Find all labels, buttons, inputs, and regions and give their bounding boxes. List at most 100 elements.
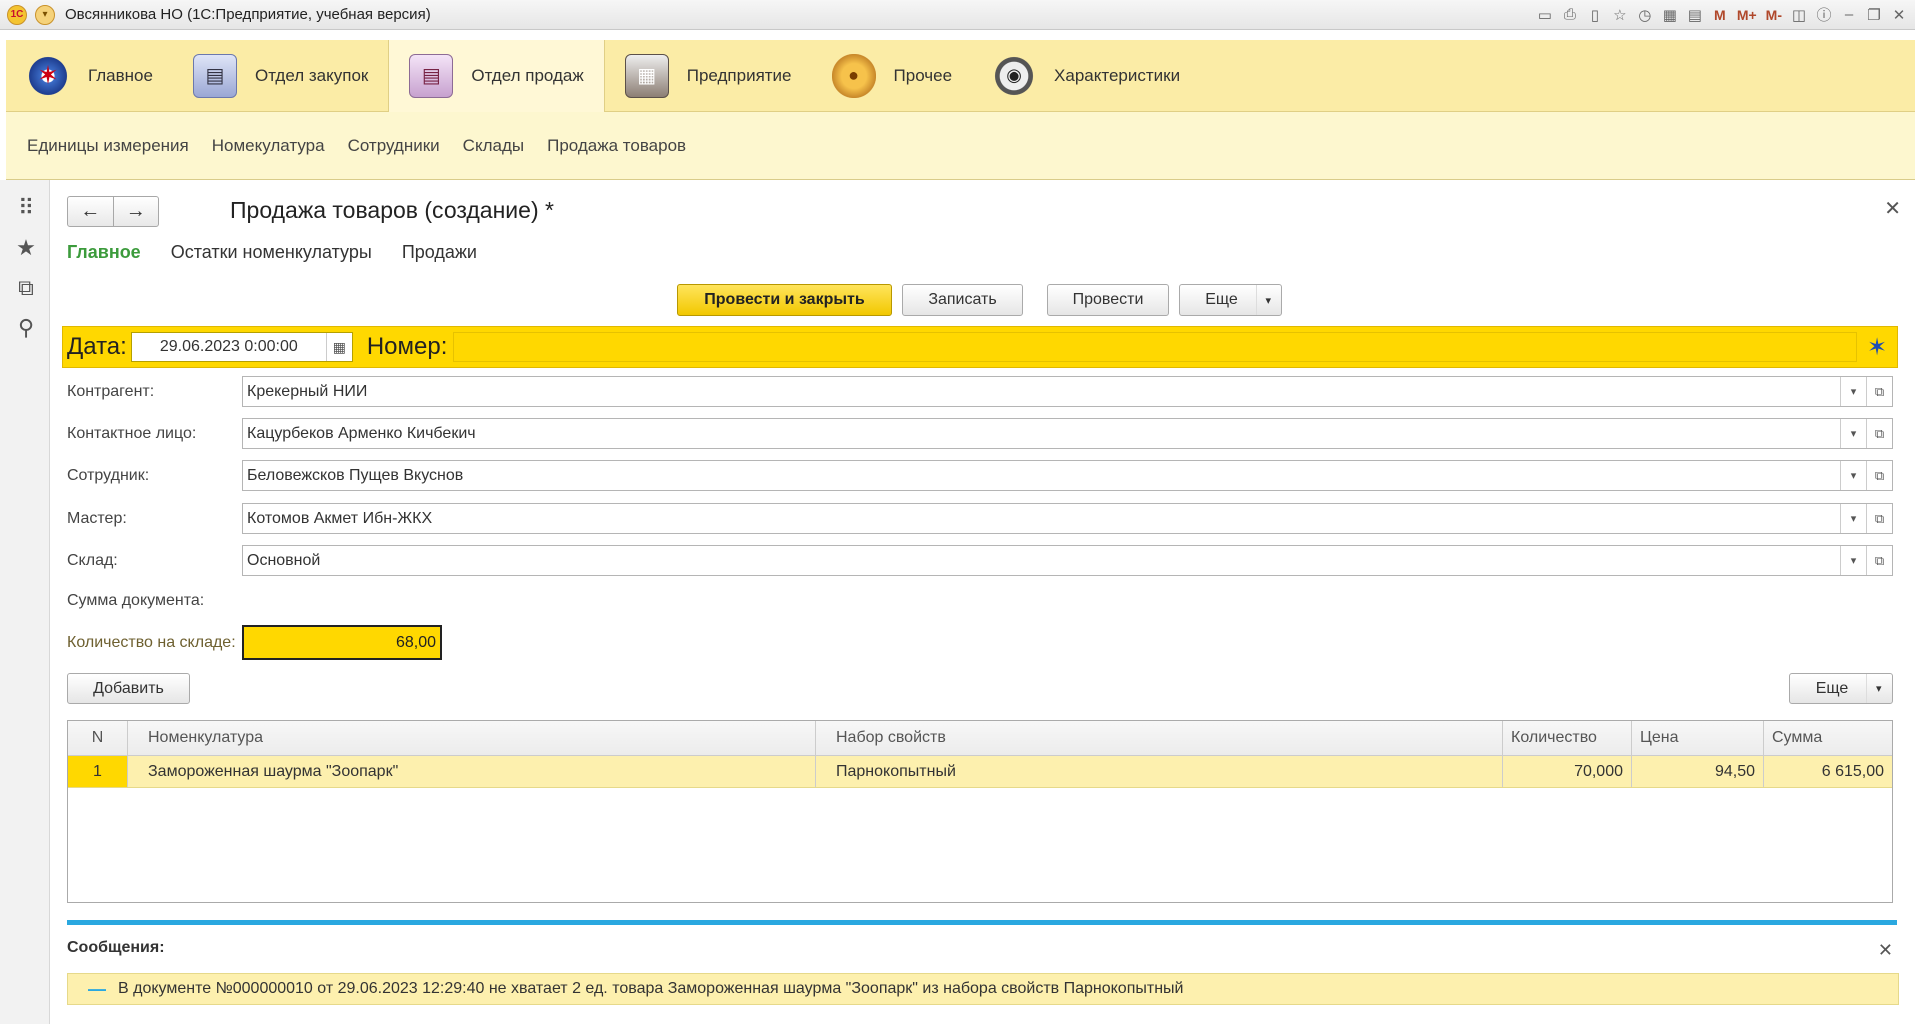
stock-quantity-label: Количество на складе: bbox=[67, 634, 236, 651]
warehouse-input[interactable]: Основной ▾ ⧉ bbox=[242, 545, 1893, 576]
cell-nomenclature[interactable]: Замороженная шаурма "Зоопарк" bbox=[128, 756, 816, 787]
table-header: N Номенкулатура Набор свойств Количество… bbox=[68, 721, 1892, 756]
calendar-icon[interactable]: ▦ bbox=[325, 333, 352, 361]
history-icon[interactable]: ◷ bbox=[1637, 6, 1653, 24]
panels-icon[interactable]: ◫ bbox=[1791, 6, 1807, 24]
more-button[interactable]: Еще ▾ bbox=[1179, 284, 1282, 316]
print-icon[interactable]: ⎙ bbox=[1562, 6, 1578, 23]
date-label: Дата: bbox=[67, 333, 127, 360]
section-navigation: Единицы измерения Номекулатура Сотрудник… bbox=[6, 112, 1915, 180]
date-value: 29.06.2023 0:00:00 bbox=[159, 338, 298, 355]
column-header[interactable]: Набор свойств bbox=[816, 721, 1503, 755]
column-header[interactable]: Номенкулатура bbox=[128, 721, 816, 755]
date-field[interactable]: 29.06.2023 0:00:00 ▦ bbox=[130, 332, 353, 362]
nav-nomenclature[interactable]: Номекулатура bbox=[212, 136, 325, 156]
open-icon[interactable]: ⧉ bbox=[1866, 461, 1892, 490]
title-toolbar: ▭ ⎙ ▯ ☆ ◷ ▦ ▤ M M+ M- ◫ ⓘ – ❐ ✕ bbox=[1537, 4, 1907, 25]
number-field[interactable] bbox=[453, 332, 1857, 362]
section-enterprise[interactable]: ▦ Предприятие bbox=[605, 40, 812, 112]
messages-separator[interactable] bbox=[67, 920, 1897, 925]
chevron-down-icon[interactable]: ▾ bbox=[1840, 419, 1866, 448]
chevron-down-icon[interactable]: ▾ bbox=[1840, 461, 1866, 490]
nav-sales[interactable]: Продажа товаров bbox=[547, 136, 686, 156]
favorite-icon[interactable]: ☆ bbox=[1612, 6, 1628, 24]
close-window-icon[interactable]: ✕ bbox=[1891, 6, 1907, 24]
calculator-icon[interactable]: ▦ bbox=[1662, 6, 1678, 24]
contact-input[interactable]: Кацурбеков Арменко Кичбекич ▾ ⧉ bbox=[242, 418, 1893, 449]
section-sales[interactable]: ▤ Отдел продаж bbox=[388, 39, 605, 112]
section-characteristics[interactable]: ◉ Характеристики bbox=[972, 40, 1200, 112]
chevron-down-icon[interactable]: ▾ bbox=[1840, 504, 1866, 533]
section-main[interactable]: ✶ Главное bbox=[6, 40, 173, 112]
chevron-down-icon: ▾ bbox=[1255, 285, 1280, 315]
stock-quantity-field[interactable]: 68,00 bbox=[242, 625, 442, 660]
add-button[interactable]: Добавить bbox=[67, 673, 190, 704]
cell-n[interactable]: 1 bbox=[68, 756, 128, 787]
cell-price[interactable]: 94,50 bbox=[1632, 756, 1764, 787]
close-icon[interactable]: ✕ bbox=[1884, 196, 1901, 221]
nav-units[interactable]: Единицы измерения bbox=[27, 136, 189, 156]
post-and-close-button[interactable]: Провести и закрыть bbox=[677, 284, 892, 316]
save-icon[interactable]: ▭ bbox=[1537, 6, 1553, 24]
open-icon[interactable]: ⧉ bbox=[1866, 504, 1892, 533]
enterprise-icon: ▦ bbox=[624, 53, 669, 98]
section-label: Отдел закупок bbox=[254, 65, 369, 85]
main-menu-icon[interactable]: ▾ bbox=[35, 4, 55, 25]
logo-icon: ✶ bbox=[1866, 333, 1888, 361]
save-button[interactable]: Записать bbox=[902, 284, 1023, 316]
tab-main[interactable]: Главное bbox=[67, 242, 141, 263]
post-button[interactable]: Провести bbox=[1047, 284, 1169, 316]
table-row[interactable]: 1 Замороженная шаурма "Зоопарк" Парнокоп… bbox=[68, 756, 1892, 788]
back-arrow-icon[interactable]: ← bbox=[68, 197, 114, 226]
open-icon[interactable]: ⧉ bbox=[1866, 546, 1892, 575]
sections-panel: ✶ Главное ▤ Отдел закупок ▤ Отдел продаж… bbox=[6, 39, 1915, 112]
open-icon[interactable]: ⧉ bbox=[1866, 377, 1892, 406]
restore-icon[interactable]: ❐ bbox=[1866, 6, 1882, 24]
document-header: Дата: 29.06.2023 0:00:00 ▦ Номер: ✶ bbox=[62, 326, 1898, 368]
column-header[interactable]: Количество bbox=[1503, 721, 1632, 755]
minimize-icon[interactable]: – bbox=[1841, 6, 1857, 23]
message-text: В документе №000000010 от 29.06.2023 12:… bbox=[118, 980, 1184, 997]
search-icon[interactable]: ⚲ bbox=[14, 315, 38, 340]
window-title-bar: 1С ▾ Овсянникова НО (1С:Предприятие, уче… bbox=[0, 0, 1915, 30]
cell-property-set[interactable]: Парнокопытный bbox=[816, 756, 1503, 787]
message-item[interactable]: — В документе №000000010 от 29.06.2023 1… bbox=[67, 973, 1899, 1005]
tab-sales[interactable]: Продажи bbox=[402, 242, 477, 263]
memory-plus-button[interactable]: M+ bbox=[1737, 7, 1757, 23]
preview-icon[interactable]: ▯ bbox=[1587, 6, 1603, 24]
section-label: Главное bbox=[88, 65, 153, 85]
left-toolbar: ⠿ ★ ⧉ ⚲ bbox=[0, 180, 50, 1024]
column-header[interactable]: Сумма bbox=[1764, 721, 1892, 755]
field-label: Сотрудник: bbox=[67, 466, 150, 484]
cell-sum[interactable]: 6 615,00 bbox=[1764, 756, 1892, 787]
more-label: Еще bbox=[1205, 291, 1238, 308]
section-purchasing[interactable]: ▤ Отдел закупок bbox=[173, 40, 388, 112]
cell-quantity[interactable]: 70,000 bbox=[1503, 756, 1632, 787]
memory-button[interactable]: M bbox=[1712, 7, 1728, 23]
employee-input[interactable]: Беловежсков Пущев Вкуснов ▾ ⧉ bbox=[242, 460, 1893, 491]
info-icon[interactable]: ⓘ bbox=[1816, 4, 1832, 25]
field-value: Кацурбеков Арменко Кичбекич bbox=[247, 424, 476, 442]
nav-warehouses[interactable]: Склады bbox=[463, 136, 524, 156]
characteristics-icon: ◉ bbox=[992, 53, 1037, 98]
section-other[interactable]: ● Прочее bbox=[812, 40, 973, 112]
goods-table: N Номенкулатура Набор свойств Количество… bbox=[67, 720, 1893, 903]
chevron-down-icon[interactable]: ▾ bbox=[1840, 546, 1866, 575]
forward-arrow-icon[interactable]: → bbox=[114, 197, 159, 226]
column-header[interactable]: N bbox=[68, 721, 128, 755]
star-icon[interactable]: ★ bbox=[14, 235, 38, 260]
app-logo-icon[interactable]: 1С bbox=[7, 4, 27, 25]
apps-grid-icon[interactable]: ⠿ bbox=[14, 195, 38, 220]
close-messages-icon[interactable]: ✕ bbox=[1878, 940, 1893, 961]
master-input[interactable]: Котомов Акмет Ибн-ЖКХ ▾ ⧉ bbox=[242, 503, 1893, 534]
column-header[interactable]: Цена bbox=[1632, 721, 1764, 755]
calendar-icon[interactable]: ▤ bbox=[1687, 6, 1703, 24]
counterparty-input[interactable]: Крекерный НИИ ▾ ⧉ bbox=[242, 376, 1893, 407]
memory-minus-button[interactable]: M- bbox=[1766, 7, 1782, 23]
open-icon[interactable]: ⧉ bbox=[1866, 419, 1892, 448]
tab-stock[interactable]: Остатки номенкулатуры bbox=[171, 242, 372, 263]
table-more-button[interactable]: Еще ▾ bbox=[1789, 673, 1893, 704]
chevron-down-icon[interactable]: ▾ bbox=[1840, 377, 1866, 406]
history-icon[interactable]: ⧉ bbox=[14, 275, 38, 300]
nav-employees[interactable]: Сотрудники bbox=[348, 136, 440, 156]
